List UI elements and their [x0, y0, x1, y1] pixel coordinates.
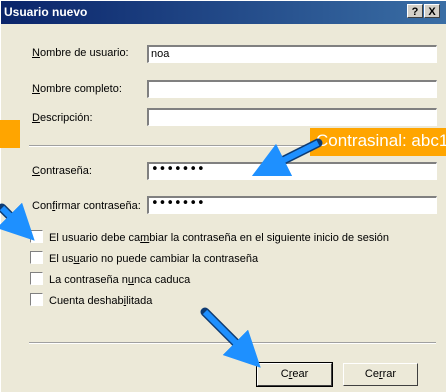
password-callout: Contrasinal: abc1: [310, 128, 446, 156]
create-button[interactable]: Crear: [256, 362, 333, 387]
fullname-field[interactable]: [147, 80, 437, 98]
account-disabled-checkbox[interactable]: [30, 293, 43, 306]
account-disabled-option[interactable]: Cuenta deshabilitada: [30, 293, 152, 307]
cannot-change-password-option[interactable]: El usuario no puede cambiar la contraseñ…: [30, 251, 258, 265]
separator-bottom: [29, 342, 436, 344]
help-icon: ?: [411, 6, 419, 18]
cannot-change-password-checkbox[interactable]: [30, 251, 43, 264]
fullname-label: Nombre completo:: [32, 83, 122, 95]
must-change-password-checkbox[interactable]: [30, 230, 43, 243]
new-user-dialog: Usuario nuevo ? X Nombre de usuario: noa…: [0, 0, 446, 392]
password-field[interactable]: •••••••: [147, 162, 437, 180]
confirm-password-field[interactable]: •••••••: [147, 196, 437, 214]
window-title: Usuario nuevo: [4, 5, 88, 19]
title-bar: Usuario nuevo ? X: [1, 1, 446, 24]
close-window-button[interactable]: X: [424, 4, 440, 18]
password-label: Contraseña:: [32, 165, 92, 177]
left-callout-box: [0, 120, 20, 148]
username-field[interactable]: noa: [147, 45, 437, 63]
close-icon: X: [428, 6, 436, 18]
confirm-password-label: Confirmar contraseña:: [32, 200, 141, 212]
password-never-expires-checkbox[interactable]: [30, 272, 43, 285]
must-change-password-option[interactable]: El usuario debe cambiar la contraseña en…: [30, 230, 389, 244]
help-button[interactable]: ?: [407, 4, 423, 18]
description-field[interactable]: [147, 108, 437, 126]
password-never-expires-option[interactable]: La contraseña nunca caduca: [30, 272, 190, 286]
description-label: Descripción:: [32, 112, 93, 124]
close-button[interactable]: Cerrar: [343, 363, 418, 386]
username-label: Nombre de usuario:: [32, 47, 129, 59]
